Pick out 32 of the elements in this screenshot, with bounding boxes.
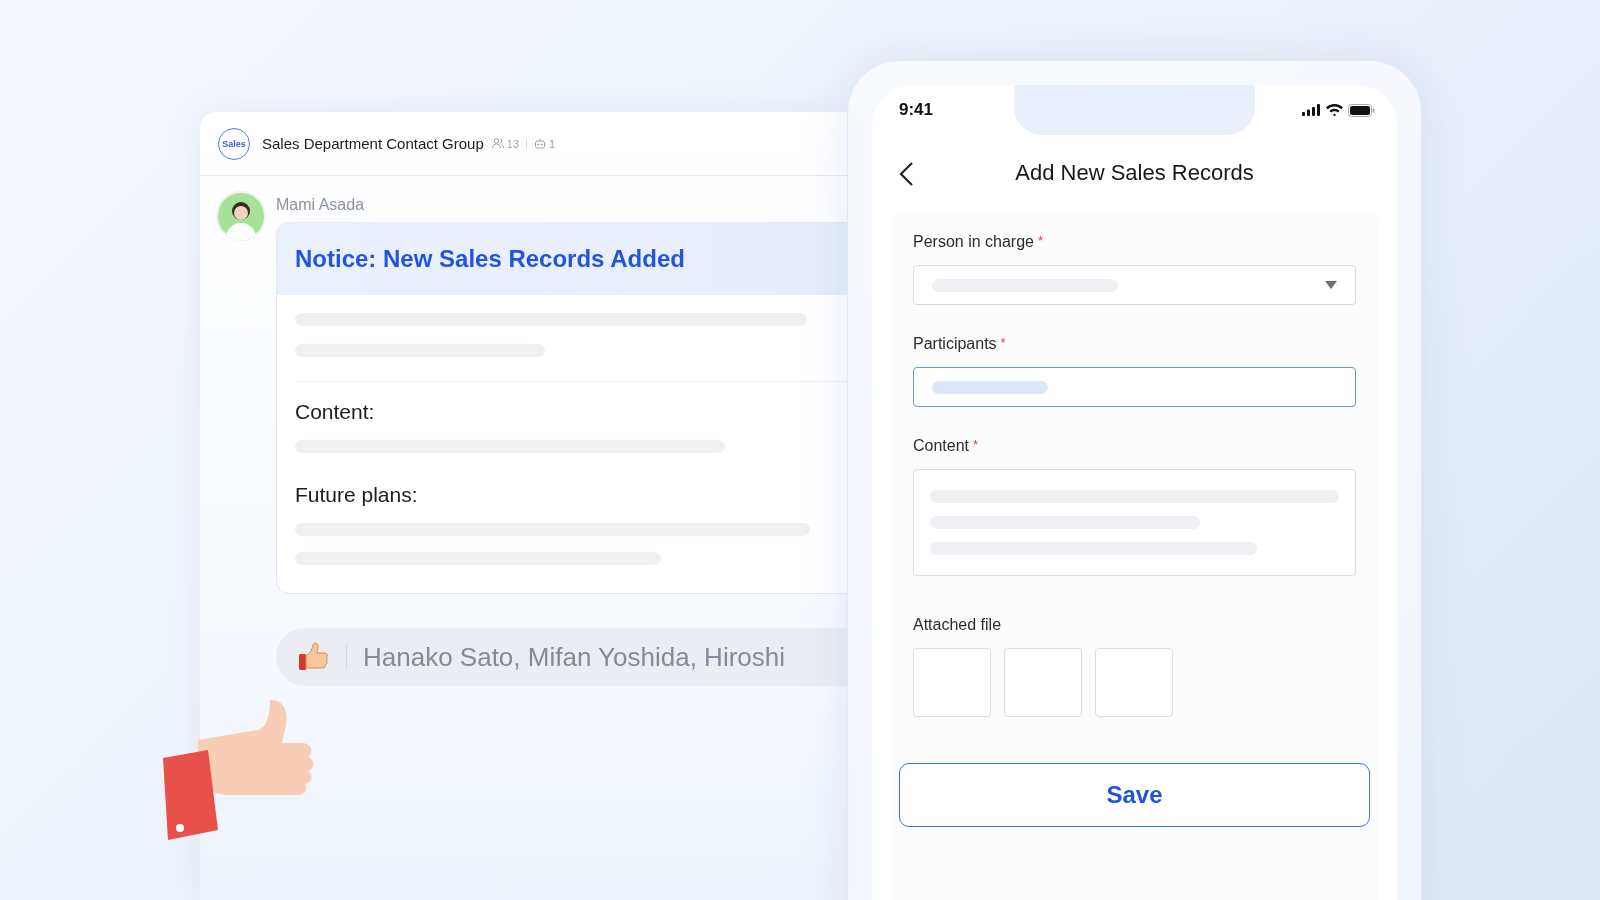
section-heading: Content: <box>295 400 375 424</box>
message-title: Notice: New Sales Records Added <box>295 245 685 273</box>
thumbs-up-icon <box>298 642 330 672</box>
file-slot[interactable] <box>1004 648 1082 717</box>
avatar <box>216 191 266 241</box>
required-mark: * <box>1000 335 1006 352</box>
member-count: 13 <box>506 137 520 150</box>
input-field[interactable] <box>913 367 1356 407</box>
screen-title: Add New Sales Records <box>1015 160 1254 186</box>
field-label: Content * <box>913 437 979 455</box>
required-mark: * <box>1037 233 1044 250</box>
section-heading: Future plans: <box>295 483 418 507</box>
field-label: Person in charge * <box>913 233 1044 251</box>
field-label: Attached file <box>913 616 1002 634</box>
status-time: 9:41 <box>899 100 934 120</box>
sender-name: Mami Asada <box>276 196 365 214</box>
save-button[interactable]: Save <box>899 763 1370 827</box>
text-area[interactable] <box>913 469 1356 576</box>
group-name: Sales Department Contact Group <box>262 135 484 152</box>
members-icon <box>491 138 504 149</box>
field-label: Participants * <box>913 335 1006 353</box>
file-slot[interactable] <box>913 648 991 717</box>
signal-icon <box>1302 104 1321 116</box>
bot-count: 1 <box>549 137 556 150</box>
required-mark: * <box>973 437 979 454</box>
wifi-icon <box>1326 104 1343 116</box>
battery-icon <box>1348 103 1375 117</box>
file-slot[interactable] <box>1095 648 1173 717</box>
select-field[interactable] <box>913 265 1356 305</box>
reaction-names: Hanako Sato, Mifan Yoshida, Hiroshi <box>363 641 786 673</box>
dropdown-caret-icon <box>1325 281 1337 289</box>
robot-icon <box>534 138 547 149</box>
